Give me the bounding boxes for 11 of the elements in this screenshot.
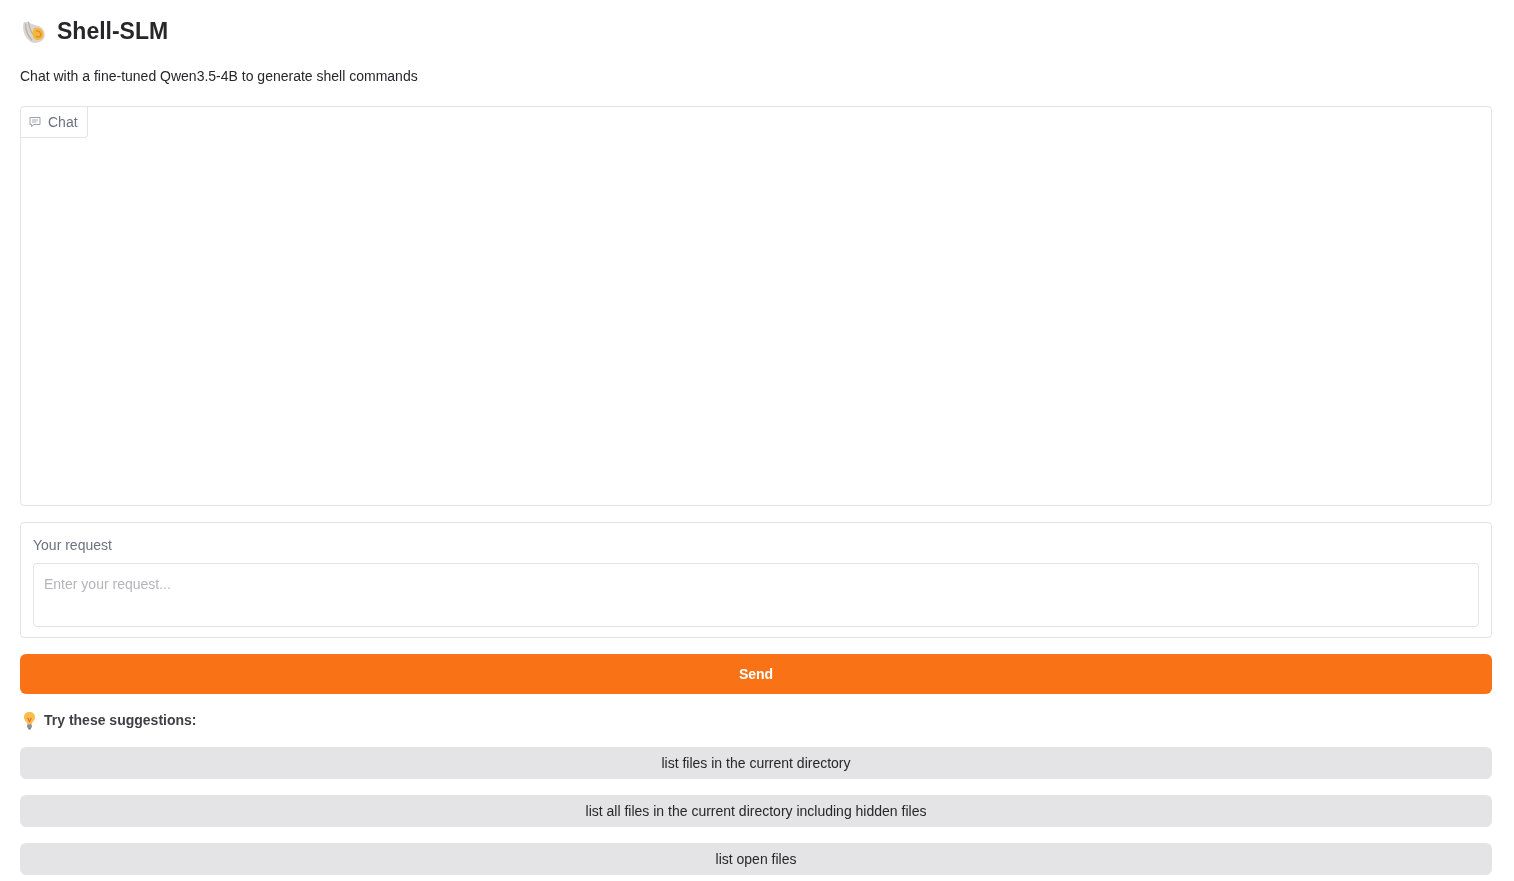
suggestion-button[interactable]: list files in the current directory [20,747,1492,779]
chat-bubble-icon [29,116,41,128]
suggestions-heading: Try these suggestions: [44,712,197,728]
chat-label: Chat [48,114,78,130]
request-field[interactable]: Enter your request... [33,563,1479,627]
suggestion-button[interactable]: list all files in the current directory including hidden files [20,795,1492,827]
app-description: Chat with a fine-tuned Qwen3.5-4B to generate shell commands [20,67,419,86]
light-bulb-icon [23,710,36,730]
suggestion-button[interactable]: list open files [20,843,1492,875]
app-title: Shell-SLM [57,17,169,46]
request-label: Your request [33,536,112,555]
